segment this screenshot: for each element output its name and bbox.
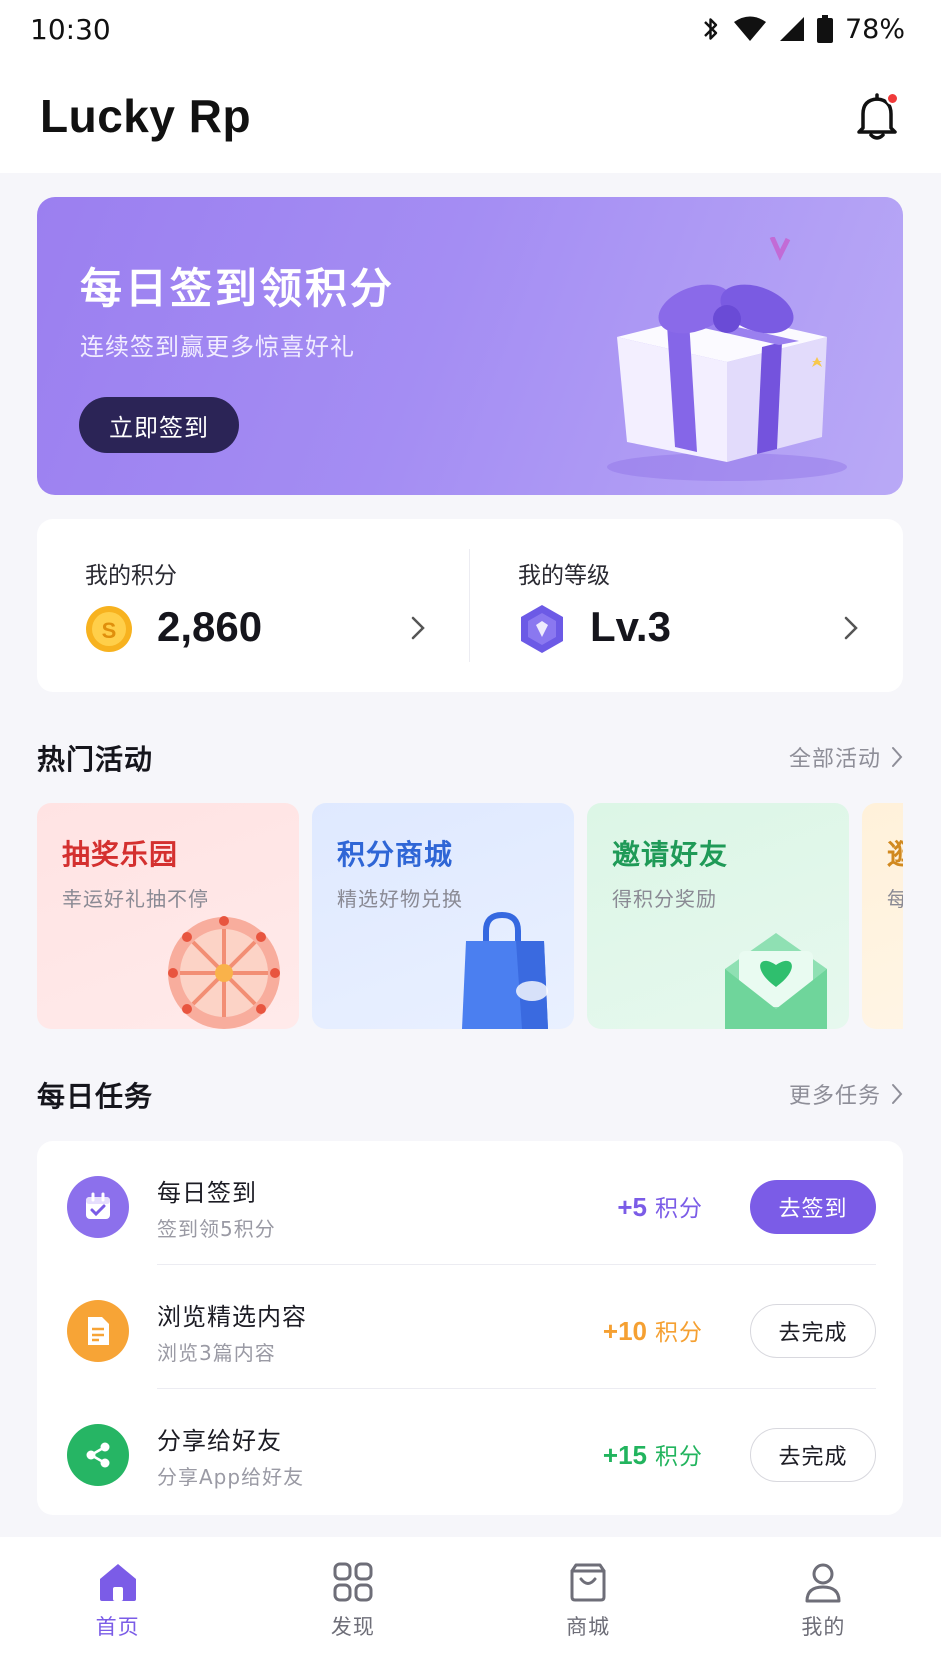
stats-card: 我的积分 S 2,860 我的等级 Lv.3 (37, 519, 903, 692)
home-icon (99, 1563, 136, 1601)
status-time: 10:30 (30, 12, 111, 46)
nav-label: 发现 (330, 1614, 375, 1639)
notification-button[interactable] (853, 90, 901, 142)
bluetooth-icon (704, 18, 718, 40)
go-complete-button[interactable]: 去完成 (750, 1304, 876, 1358)
notification-dot (886, 91, 899, 105)
go-complete-button[interactable]: 去完成 (750, 1428, 876, 1482)
app-header: Lucky Rp (0, 58, 941, 173)
checkin-now-button[interactable]: 立即签到 (79, 397, 239, 453)
task-name: 浏览精选内容 (157, 1303, 307, 1331)
task-points-value: +5 (617, 1192, 647, 1222)
task-points: +10 积分 (603, 1313, 703, 1347)
task-desc: 浏览3篇内容 (157, 1341, 276, 1365)
banner-subtitle: 连续签到赢更多惊喜好礼 (80, 333, 355, 361)
coin-icon: S (86, 606, 132, 652)
level-value: Lv.3 (590, 603, 671, 650)
task-icon-bg (67, 1300, 129, 1362)
my-points-entry[interactable]: 我的积分 S 2,860 (37, 519, 470, 692)
hot-activities-title: 热门活动 (37, 743, 154, 776)
task-row-browse-content: 浏览精选内容 浏览3篇内容 +10 积分 去完成 (37, 1265, 903, 1389)
activity-carousel[interactable]: 抽奖乐园 幸运好礼抽不停 积分商城 精选好物兑换 邀请好友 得积分奖励 逛 每 (37, 803, 903, 1029)
chevron-right-icon (892, 747, 903, 767)
activity-subtitle: 得积分奖励 (612, 887, 717, 911)
activity-card-lottery[interactable]: 抽奖乐园 幸运好礼抽不停 (37, 803, 299, 1029)
activity-title: 逛 (887, 838, 903, 871)
my-level-entry[interactable]: 我的等级 Lv.3 (470, 519, 903, 692)
banner-title: 每日签到领积分 (80, 264, 396, 313)
task-list: 每日签到 签到领5积分 +5 积分 去签到 浏览精选内容 浏览3篇内容 +10 … (37, 1141, 903, 1515)
activity-subtitle: 精选好物兑换 (337, 887, 463, 911)
share-icon (86, 1442, 110, 1468)
gift-box-illustration (607, 237, 847, 481)
nav-home[interactable]: 首页 (18, 1561, 218, 1641)
battery-icon (816, 15, 833, 43)
document-icon (88, 1317, 109, 1345)
chevron-right-icon (892, 1084, 903, 1104)
nav-discover[interactable]: 发现 (253, 1561, 453, 1641)
prize-wheel-icon (168, 916, 280, 1029)
task-icon-bg (67, 1424, 129, 1486)
nav-label: 商城 (566, 1614, 611, 1639)
all-activities-link[interactable]: 全部活动 (789, 741, 903, 773)
task-desc: 签到领5积分 (157, 1217, 276, 1241)
points-label: 我的积分 (85, 563, 177, 589)
daily-tasks-title: 每日任务 (37, 1080, 154, 1113)
go-checkin-button[interactable]: 去签到 (750, 1180, 876, 1234)
task-row-daily-checkin: 每日签到 签到领5积分 +5 积分 去签到 (37, 1141, 903, 1265)
shop-bag-icon (570, 1563, 606, 1601)
level-badge-icon (521, 605, 563, 653)
activity-title: 抽奖乐园 (62, 838, 179, 871)
bottom-nav: 首页 发现 商城 我的 (0, 1537, 941, 1672)
more-tasks-link[interactable]: 更多任务 (789, 1078, 903, 1110)
battery-percent: 78% (844, 13, 905, 45)
task-points-value: +15 (602, 1440, 647, 1470)
task-points-unit: 积分 (655, 1320, 703, 1346)
task-points-value: +10 (602, 1316, 647, 1346)
activity-title: 邀请好友 (612, 838, 729, 871)
task-points-unit: 积分 (655, 1196, 703, 1222)
activity-title: 积分商城 (337, 838, 454, 871)
task-desc: 分享App给好友 (157, 1465, 305, 1489)
points-value: 2,860 (157, 603, 263, 650)
checkin-banner[interactable]: 每日签到领积分 连续签到赢更多惊喜好礼 立即签到 (37, 197, 903, 495)
chevron-right-icon (844, 616, 858, 640)
task-name: 每日签到 (157, 1179, 257, 1207)
more-tasks-label: 更多任务 (788, 1084, 881, 1109)
profile-icon (805, 1563, 841, 1602)
calendar-icon (86, 1192, 110, 1219)
nav-label: 我的 (801, 1614, 846, 1639)
signal-icon (779, 17, 804, 41)
task-points-unit: 积分 (655, 1444, 703, 1470)
envelope-heart-icon (725, 933, 827, 1029)
activity-card-invite-friends[interactable]: 邀请好友 得积分奖励 (587, 803, 849, 1029)
svg-text:S: S (102, 618, 117, 643)
activity-subtitle: 每 (887, 887, 903, 911)
level-label: 我的等级 (518, 563, 610, 589)
shopping-bag-icon (462, 911, 548, 1029)
app-title: Lucky Rp (40, 89, 252, 142)
discover-icon (333, 1562, 373, 1601)
task-points: +5 积分 (617, 1189, 703, 1223)
task-row-share-friends: 分享给好友 分享App给好友 +15 积分 去完成 (37, 1389, 903, 1513)
all-activities-label: 全部活动 (788, 747, 881, 772)
task-points: +15 积分 (603, 1437, 703, 1471)
activity-subtitle: 幸运好礼抽不停 (62, 887, 209, 911)
status-bar: 10:30 78% (0, 0, 941, 58)
wifi-icon (733, 16, 766, 41)
nav-label: 首页 (95, 1614, 140, 1639)
chevron-right-icon (411, 616, 425, 640)
nav-profile[interactable]: 我的 (723, 1561, 923, 1641)
activity-card-partial[interactable]: 逛 每 (862, 803, 903, 1029)
task-name: 分享给好友 (157, 1427, 282, 1455)
activity-card-points-mall[interactable]: 积分商城 精选好物兑换 (312, 803, 574, 1029)
task-icon-bg (67, 1176, 129, 1238)
nav-shop[interactable]: 商城 (488, 1561, 688, 1641)
